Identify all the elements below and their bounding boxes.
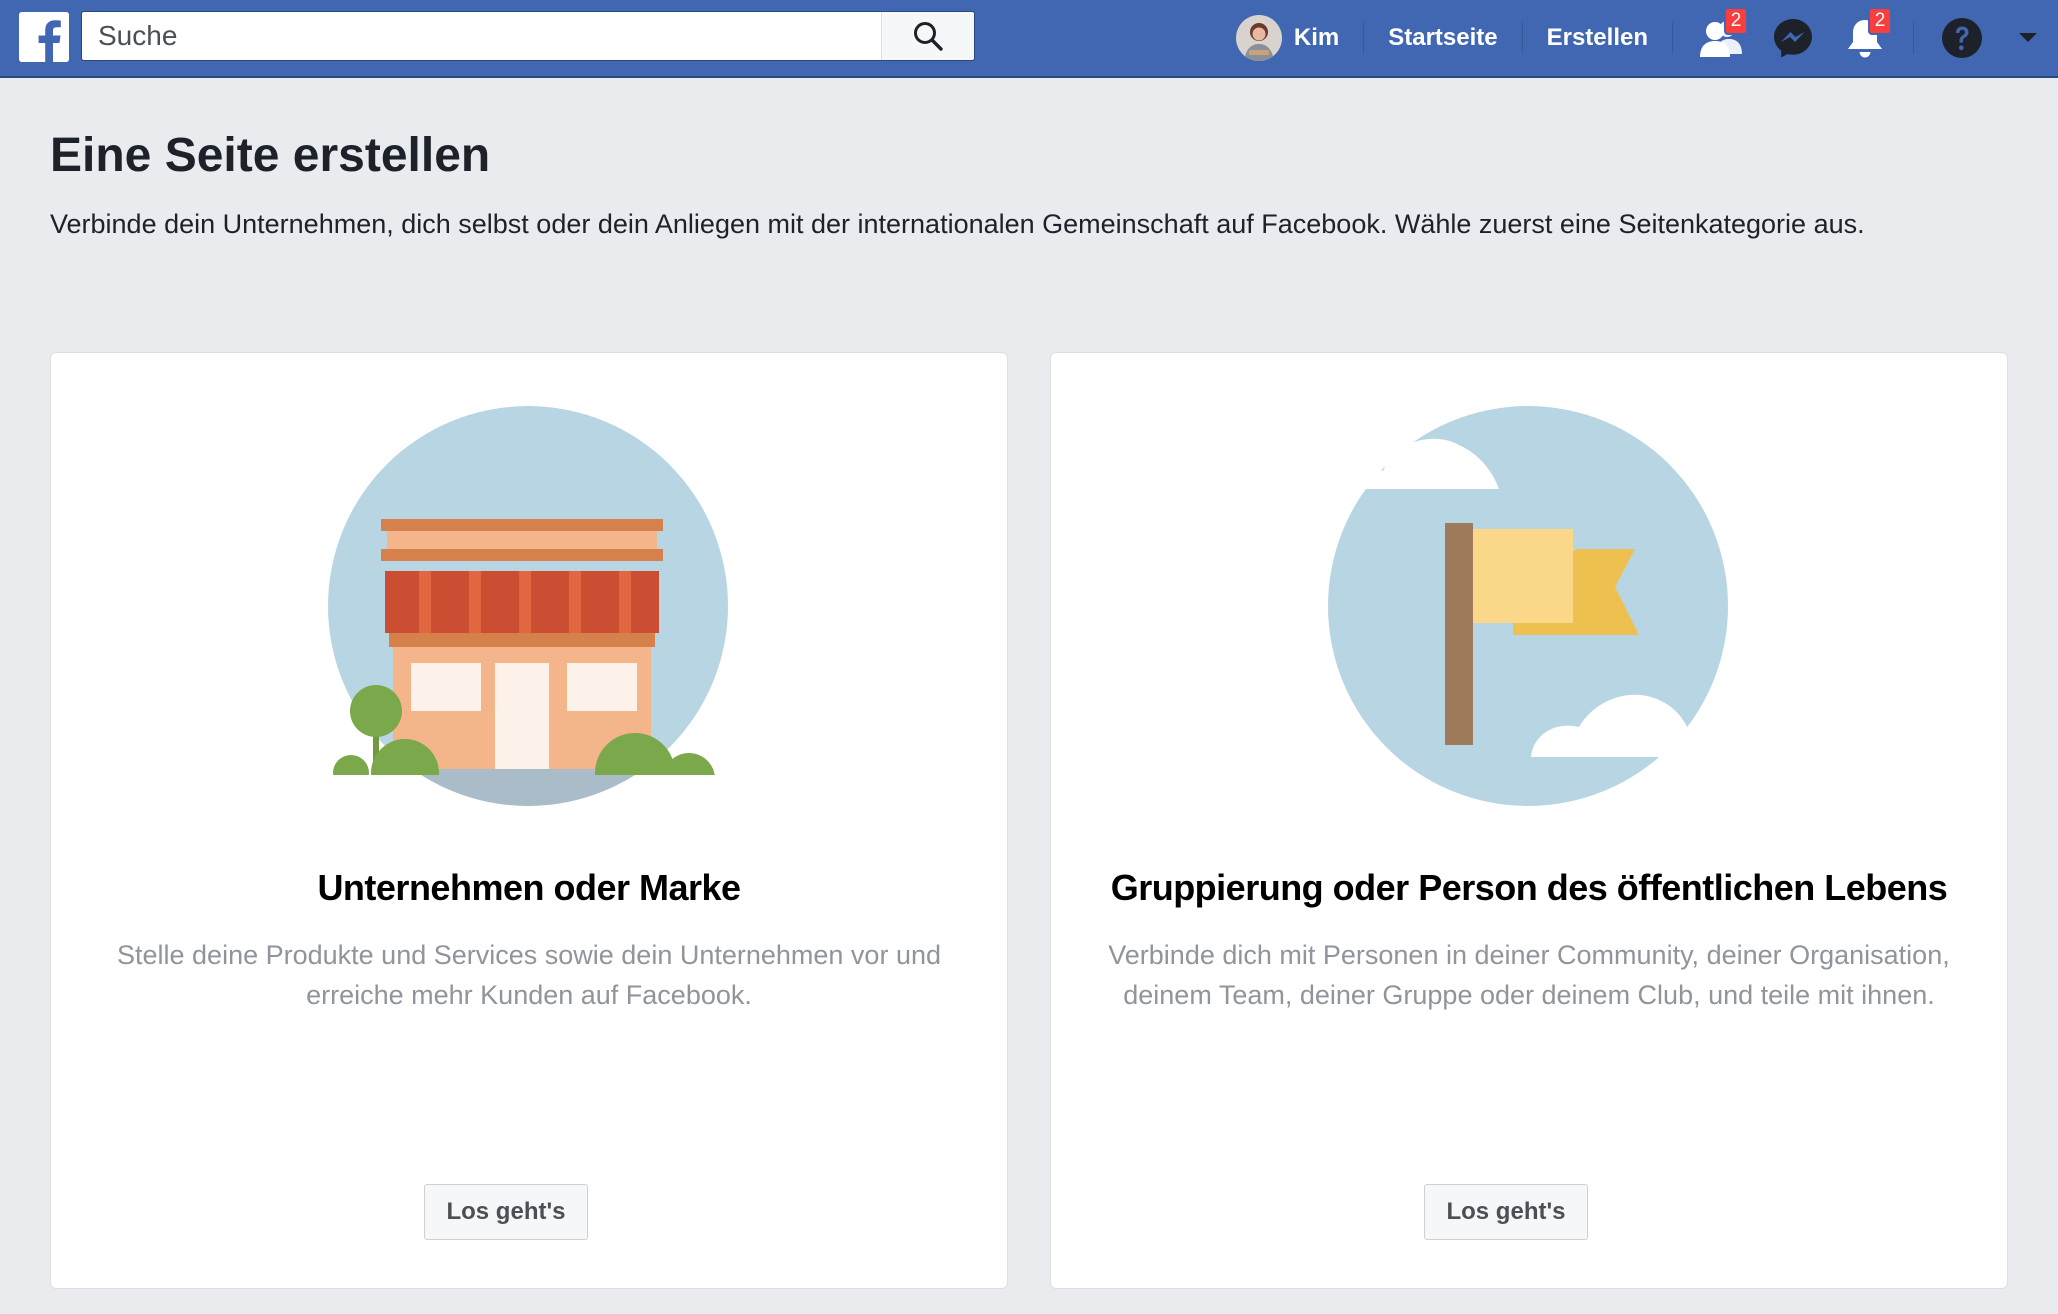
search-input[interactable]: [82, 12, 881, 60]
page-title: Eine Seite erstellen: [50, 129, 491, 182]
notifications-button[interactable]: 2: [1829, 0, 1901, 76]
page-subtitle: Verbinde dein Unternehmen, dich selbst o…: [50, 209, 1865, 239]
card-title: Gruppierung oder Person des öffentlichen…: [1110, 867, 1948, 908]
messenger-button[interactable]: [1757, 0, 1829, 76]
friend-requests-button[interactable]: 2: [1685, 0, 1757, 76]
search-icon: [914, 22, 943, 51]
nav-create-link[interactable]: Erstellen: [1535, 24, 1660, 52]
messenger-icon: [1774, 19, 1812, 58]
public-figure-card: Gruppierung oder Person des öffentlichen…: [1050, 352, 2008, 1289]
business-brand-card: Unternehmen oder Marke Stelle deine Prod…: [50, 352, 1008, 1289]
card-description: Stelle deine Produkte und Services sowie…: [117, 940, 941, 1010]
search-bar: [81, 11, 975, 61]
get-started-button[interactable]: Los geht's: [1424, 1184, 1588, 1240]
help-icon: [1942, 18, 1982, 58]
flag-illustration: [1323, 406, 1728, 806]
profile-name: Kim: [1293, 24, 1340, 51]
top-navigation-bar: Kim Startseite Erstellen 2: [0, 0, 2058, 78]
caret-down-icon: [2019, 33, 2037, 42]
nav-divider: [1363, 22, 1365, 54]
card-description: Verbinde dich mit Personen in deiner Com…: [1108, 940, 1950, 1010]
facebook-logo-icon[interactable]: [19, 12, 69, 62]
get-started-button[interactable]: Los geht's: [424, 1184, 588, 1240]
nav-right-group: Kim Startseite Erstellen 2 2: [1235, 0, 2058, 76]
account-menu-button[interactable]: [1998, 0, 2058, 76]
card-title: Unternehmen oder Marke: [317, 867, 741, 908]
friend-requests-badge: 2: [1724, 7, 1748, 35]
help-button[interactable]: [1926, 0, 1998, 76]
nav-divider: [1521, 22, 1523, 54]
nav-divider: [1913, 22, 1914, 54]
avatar: [1235, 15, 1282, 61]
search-button[interactable]: [881, 12, 974, 60]
storefront-illustration: [323, 406, 733, 811]
nav-divider: [1672, 22, 1673, 54]
profile-link[interactable]: Kim: [1235, 0, 1351, 76]
nav-home-link[interactable]: Startseite: [1376, 24, 1509, 52]
notifications-badge: 2: [1868, 7, 1892, 35]
